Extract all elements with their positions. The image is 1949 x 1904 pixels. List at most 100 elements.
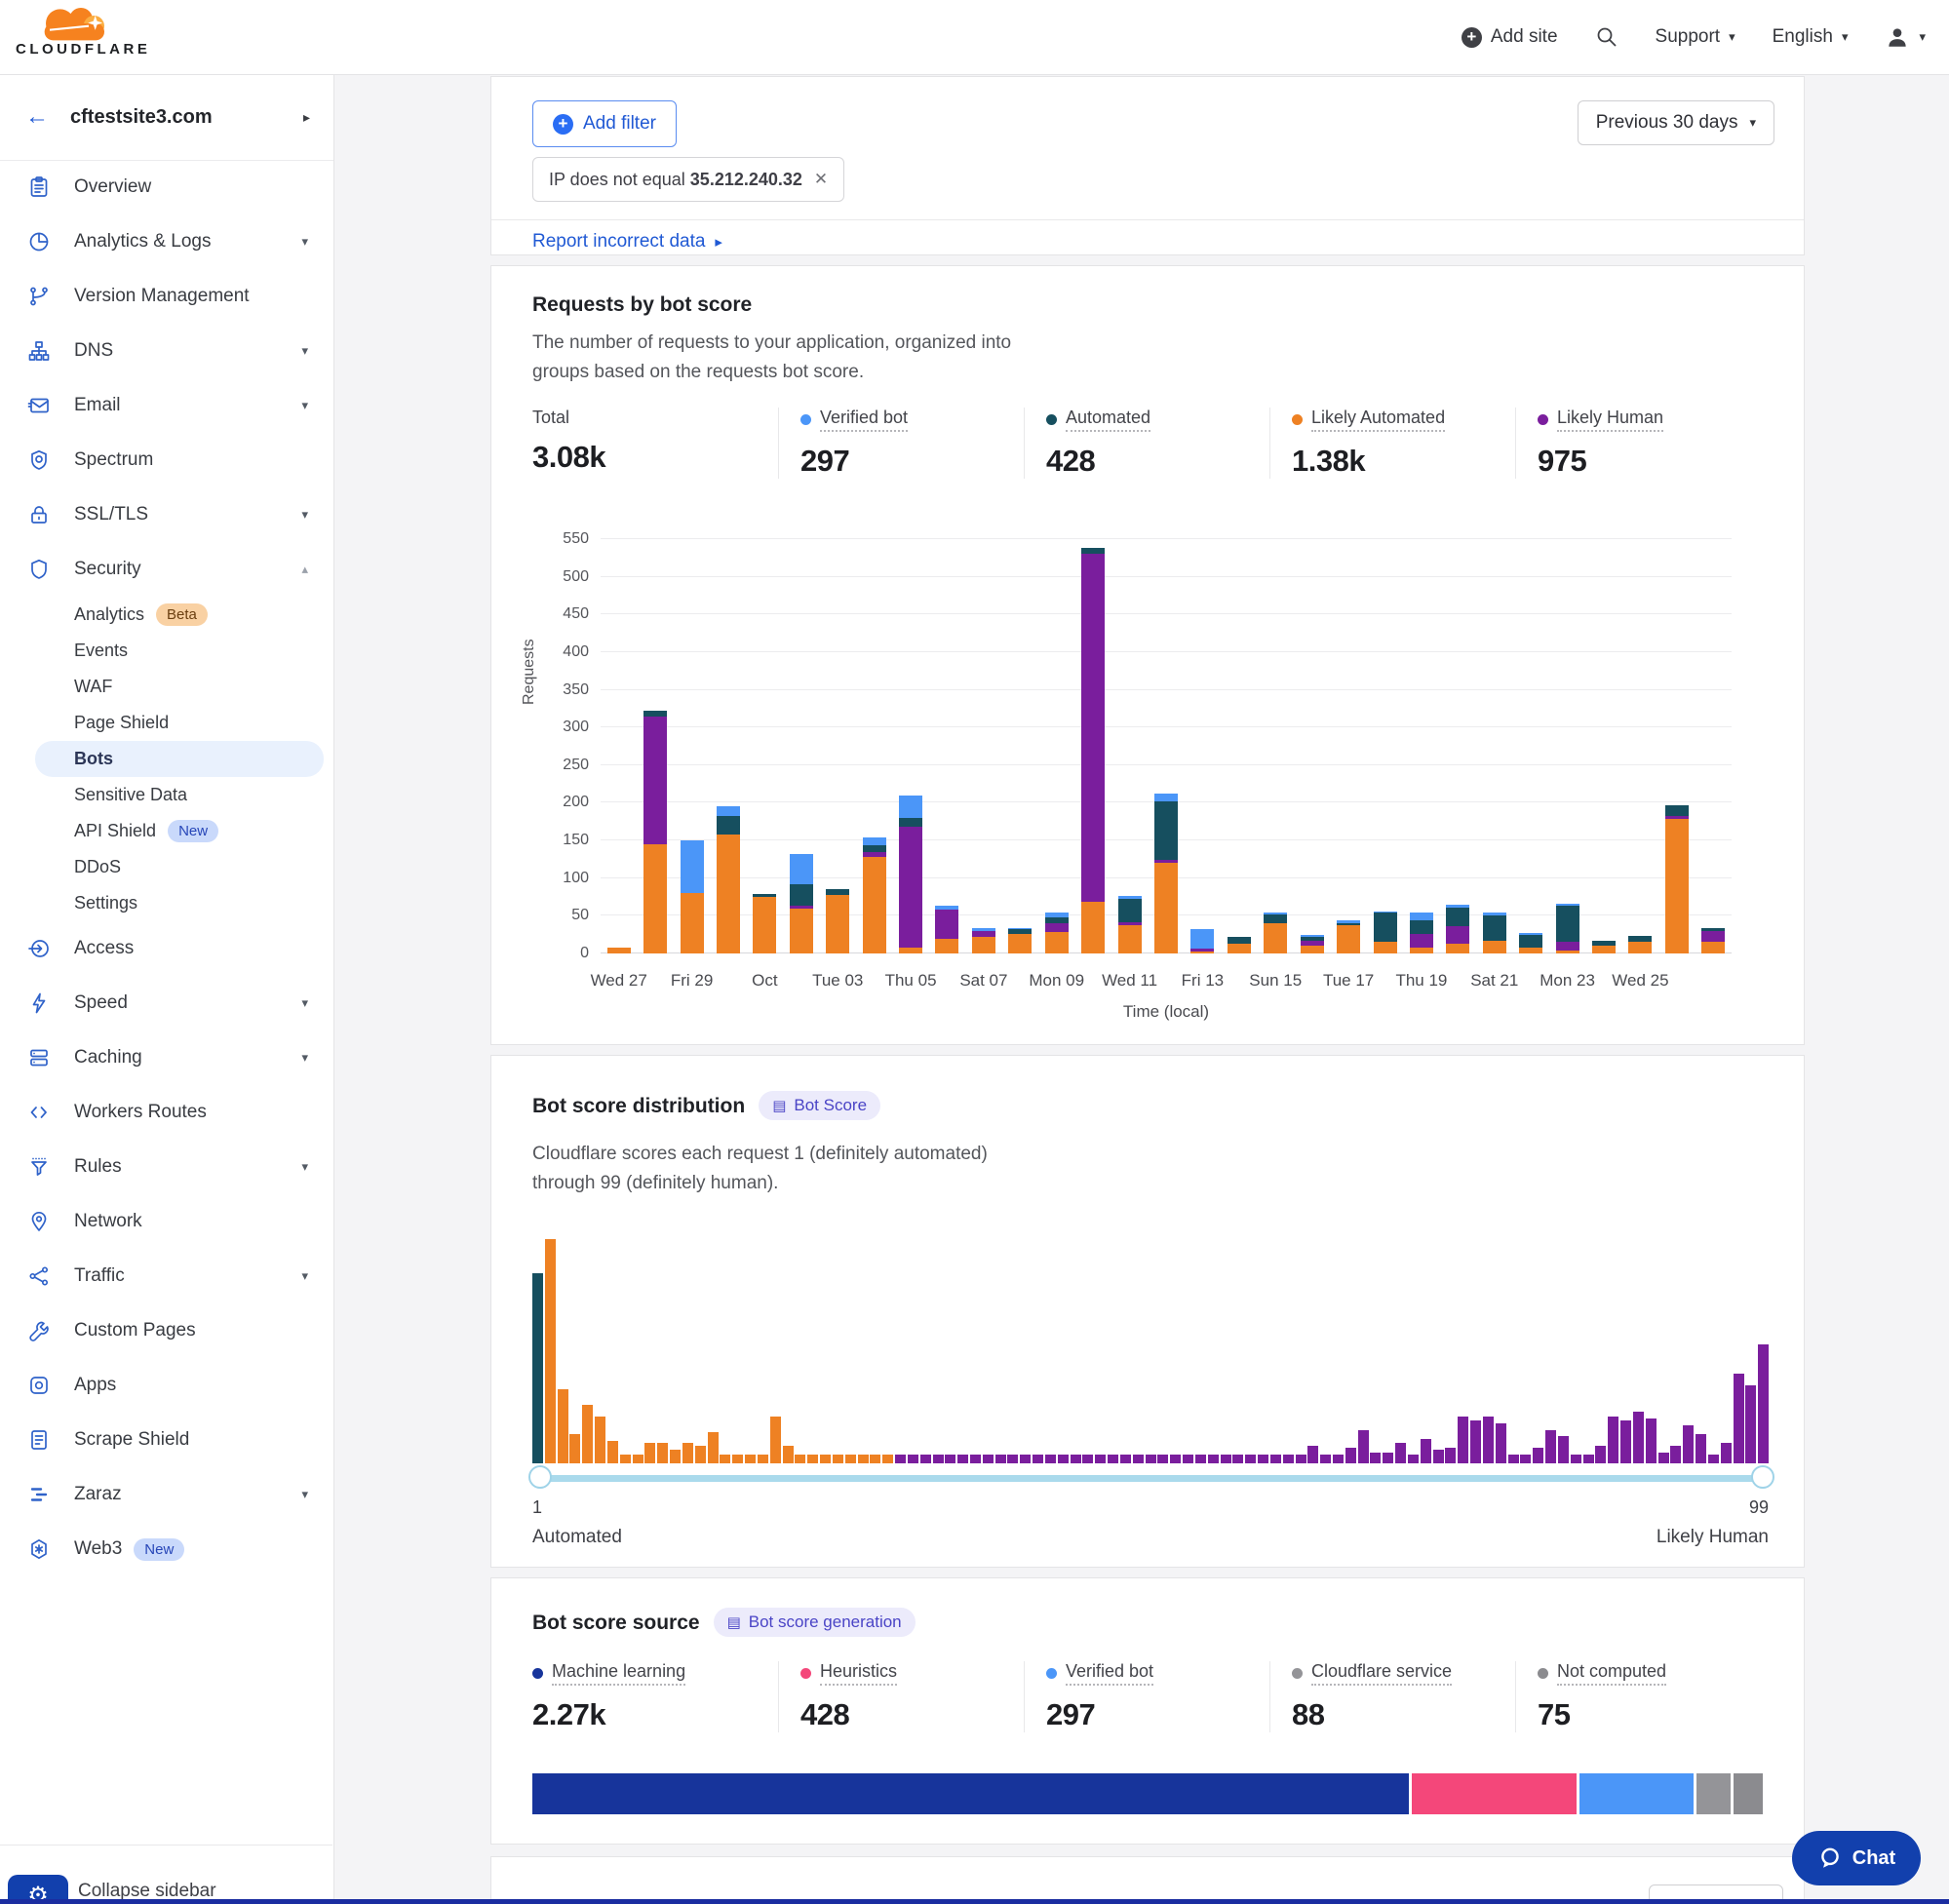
hist-bar-score-20 (770, 1417, 781, 1463)
sidebar-item-bots[interactable]: Bots (35, 741, 324, 777)
stat-label[interactable]: Machine learning (552, 1661, 685, 1686)
sidebar-item-dns[interactable]: DNS▾ (0, 324, 333, 378)
sidebar-item-speed[interactable]: Speed▾ (0, 976, 333, 1030)
sidebar-item-analytics[interactable]: AnalyticsBeta (0, 597, 333, 633)
report-incorrect-data-link[interactable]: Report incorrect data ▸ (532, 231, 722, 253)
slider-handle-max[interactable] (1751, 1465, 1774, 1489)
bar-segment-likely-automated (1446, 944, 1469, 953)
sidebar-item-network[interactable]: Network (0, 1194, 333, 1249)
score-range-slider[interactable] (532, 1475, 1771, 1482)
search-button[interactable] (1595, 25, 1618, 49)
badge-new: New (134, 1538, 184, 1561)
sidebar-item-email[interactable]: Email▾ (0, 378, 333, 433)
hist-bar-score-64 (1320, 1455, 1331, 1463)
site-expand-caret-icon[interactable]: ▸ (303, 109, 310, 126)
legend-dot (800, 414, 811, 425)
stat-value: 975 (1538, 444, 1761, 479)
stat-not-computed: Not computed75 (1515, 1661, 1761, 1732)
cloudflare-cloud-icon (16, 4, 131, 43)
bar-segment-likely-automated (935, 939, 958, 953)
slider-handle-min[interactable] (528, 1465, 552, 1489)
stat-label[interactable]: Automated (1066, 408, 1150, 432)
sidebar-item-spectrum[interactable]: Spectrum (0, 433, 333, 487)
chevron-down-icon: ▾ (1749, 115, 1756, 131)
bar-sun-15 (1264, 913, 1287, 953)
sidebar-item-events[interactable]: Events (0, 633, 333, 669)
bar-segment-likely-automated (1337, 925, 1360, 953)
stat-label[interactable]: Verified bot (1066, 1661, 1153, 1686)
language-menu[interactable]: English ▾ (1773, 26, 1849, 48)
sidebar-item-version-management[interactable]: Version Management (0, 269, 333, 324)
chevron-down-icon: ▾ (301, 1159, 308, 1175)
bar-wed-18 (1374, 912, 1397, 953)
sidebar-item-zaraz[interactable]: Zaraz▾ (0, 1467, 333, 1522)
sidebar-item-page-shield[interactable]: Page Shield (0, 705, 333, 741)
sidebar-item-settings[interactable]: Settings (0, 885, 333, 921)
bar-segment-automated (1410, 920, 1433, 934)
sidebar-item-security[interactable]: Security▴ (0, 542, 333, 597)
add-site-button[interactable]: + Add site (1462, 26, 1558, 48)
stat-label[interactable]: Verified bot (820, 408, 908, 432)
map-pin-icon (27, 1210, 51, 1233)
hist-bar-score-87 (1608, 1417, 1618, 1463)
hist-bar-score-46 (1095, 1455, 1106, 1463)
chevron-down-icon: ▾ (301, 995, 308, 1011)
stat-label[interactable]: Heuristics (820, 1661, 897, 1686)
sidebar-item-caching[interactable]: Caching▾ (0, 1030, 333, 1085)
hist-bar-score-34 (945, 1455, 955, 1463)
sidebar-item-waf[interactable]: WAF (0, 669, 333, 705)
bar-segment-likely-automated (1301, 946, 1324, 953)
hist-bar-score-4 (569, 1434, 580, 1463)
sidebar-item-web3[interactable]: Web3New (0, 1522, 333, 1576)
sidebar-item-workers-routes[interactable]: Workers Routes (0, 1085, 333, 1140)
sidebar-item-api-shield[interactable]: API ShieldNew (0, 813, 333, 849)
chevron-down-icon: ▾ (301, 234, 308, 250)
chevron-down-icon: ▾ (1729, 29, 1735, 45)
bar-segment-likely-automated (1118, 925, 1142, 953)
close-icon[interactable]: ✕ (814, 170, 828, 189)
sidebar-item-overview[interactable]: Overview (0, 160, 333, 214)
add-filter-button[interactable]: + Add filter (532, 100, 677, 147)
hist-bar-score-22 (795, 1455, 805, 1463)
pie-chart-icon (27, 230, 51, 253)
bot-score-badge[interactable]: ▤Bot Score (759, 1091, 880, 1120)
bar-fri-27 (1701, 928, 1725, 953)
bar-segment-likely-automated (753, 897, 776, 953)
sidebar-item-ssl-tls[interactable]: SSL/TLS▾ (0, 487, 333, 542)
hist-bar-score-45 (1082, 1455, 1093, 1463)
sidebar-item-sensitive-data[interactable]: Sensitive Data (0, 777, 333, 813)
account-menu[interactable]: ▾ (1885, 24, 1926, 50)
filter-chip[interactable]: IP does not equal 35.212.240.32 ✕ (532, 157, 844, 202)
sidebar-item-scrape-shield[interactable]: Scrape Shield (0, 1413, 333, 1467)
sidebar-item-rules[interactable]: Rules▾ (0, 1140, 333, 1194)
chat-button[interactable]: Chat (1792, 1831, 1921, 1885)
date-range-select[interactable]: Previous 30 days ▾ (1578, 100, 1774, 145)
hist-bar-score-73 (1433, 1450, 1444, 1463)
sidebar-item-analytics-logs[interactable]: Analytics & Logs▾ (0, 214, 333, 269)
bar-segment-likely-human (935, 910, 958, 938)
sidebar-item-ddos[interactable]: DDoS (0, 849, 333, 885)
stat-label[interactable]: Cloudflare service (1311, 1661, 1452, 1686)
sidebar-item-traffic[interactable]: Traffic▾ (0, 1249, 333, 1303)
top-navigation: + Add site Support ▾ English ▾ (1462, 0, 1926, 74)
hist-bar-score-44 (1071, 1455, 1081, 1463)
docs-icon: ▤ (772, 1097, 786, 1114)
back-arrow-icon[interactable]: ← (25, 103, 49, 131)
source-composition-bar (532, 1773, 1763, 1814)
stat-cloudflare-service: Cloudflare service88 (1269, 1661, 1515, 1732)
bar-segment-likely-automated (1519, 948, 1542, 953)
hist-bar-score-97 (1734, 1374, 1744, 1463)
hist-bar-score-12 (670, 1450, 681, 1463)
stat-value: 428 (1046, 444, 1269, 479)
sidebar-item-access[interactable]: Access (0, 921, 333, 976)
stat-label[interactable]: Not computed (1557, 1661, 1666, 1686)
stat-label[interactable]: Likely Automated (1311, 408, 1445, 432)
sidebar-item-custom-pages[interactable]: Custom Pages (0, 1303, 333, 1358)
bot-score-generation-badge[interactable]: ▤Bot score generation (714, 1608, 916, 1637)
sidebar-item-apps[interactable]: Apps (0, 1358, 333, 1413)
cloudflare-dashboard: CLOUDFLARE + Add site Support ▾ English … (0, 0, 1949, 1904)
support-menu[interactable]: Support ▾ (1656, 26, 1735, 48)
hist-bar-score-98 (1745, 1385, 1756, 1464)
bar-segment-likely-automated (717, 835, 740, 953)
stat-label[interactable]: Likely Human (1557, 408, 1663, 432)
